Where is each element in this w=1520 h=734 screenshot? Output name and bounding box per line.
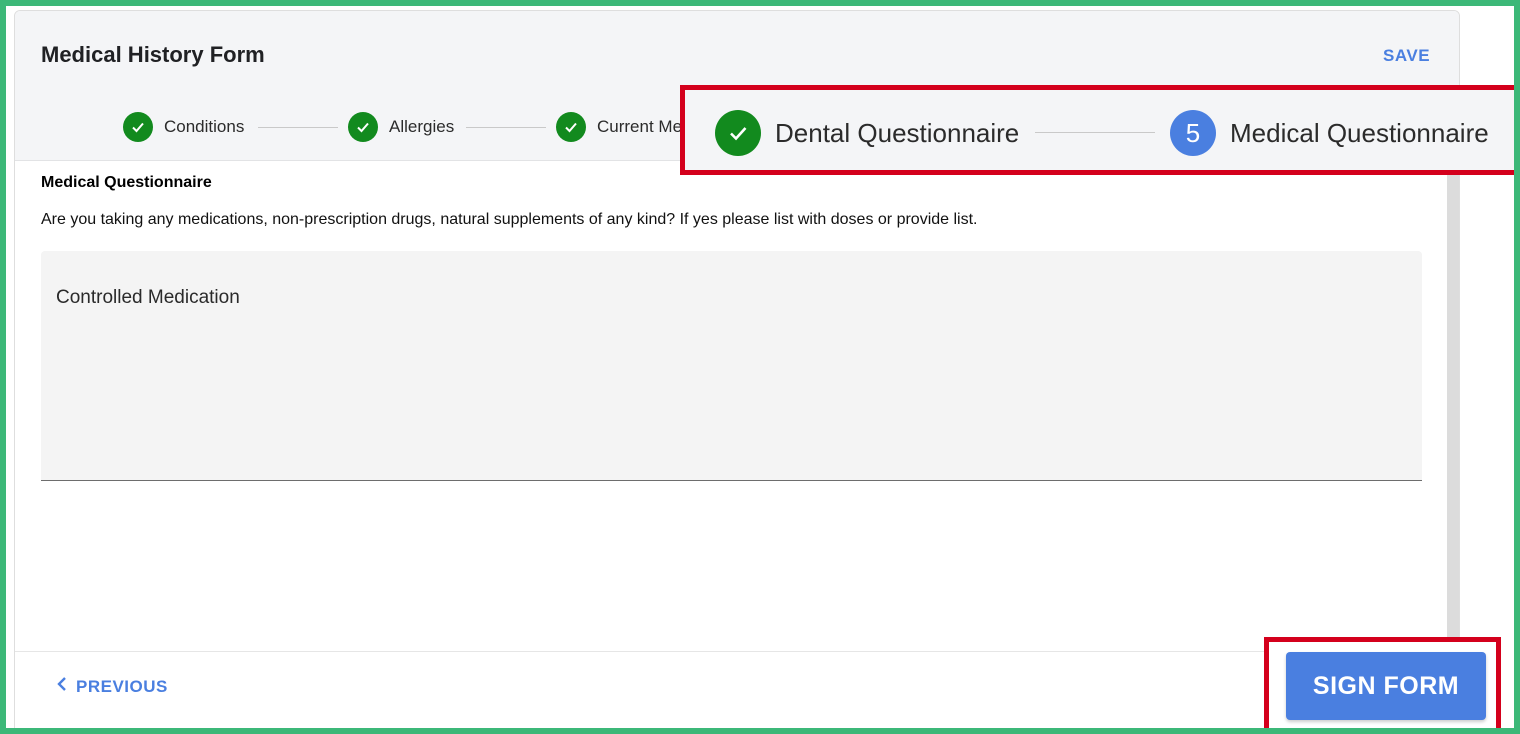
step-number-badge: 5 bbox=[1170, 110, 1216, 156]
step-connector bbox=[258, 127, 338, 128]
step-current-medications[interactable]: Current Me bbox=[556, 111, 682, 143]
chevron-left-icon bbox=[56, 676, 68, 697]
sign-form-button[interactable]: SIGN FORM bbox=[1286, 652, 1486, 720]
question-text: Are you taking any medications, non-pres… bbox=[41, 211, 978, 228]
check-icon bbox=[715, 110, 761, 156]
check-icon bbox=[123, 112, 153, 142]
previous-label: PREVIOUS bbox=[76, 676, 168, 696]
vertical-scrollbar[interactable] bbox=[1447, 160, 1459, 650]
step-label: Current Me bbox=[597, 117, 683, 136]
check-icon bbox=[348, 112, 378, 142]
app-window: Medical History Form SAVE Conditions All… bbox=[0, 0, 1520, 734]
step-conditions[interactable]: Conditions bbox=[123, 111, 244, 143]
section-title: Medical Questionnaire bbox=[41, 174, 212, 191]
step-allergies[interactable]: Allergies bbox=[348, 111, 454, 143]
step-label: Medical Questionnaire bbox=[1230, 117, 1489, 148]
sign-form-highlight: SIGN FORM bbox=[1264, 637, 1501, 728]
previous-button[interactable]: PREVIOUS bbox=[56, 676, 168, 697]
stepper-highlight: Dental Questionnaire 5 Medical Questionn… bbox=[680, 85, 1514, 175]
page-title: Medical History Form bbox=[41, 42, 265, 67]
footer-divider bbox=[15, 651, 1459, 652]
step-connector bbox=[1035, 132, 1155, 133]
step-medical-questionnaire[interactable]: 5 Medical Questionnaire bbox=[1170, 110, 1489, 156]
step-label: Allergies bbox=[389, 117, 455, 136]
step-label: Conditions bbox=[164, 117, 245, 136]
step-connector bbox=[466, 127, 546, 128]
step-label: Dental Questionnaire bbox=[775, 117, 1020, 148]
save-button[interactable]: SAVE bbox=[1383, 46, 1430, 66]
step-dental-questionnaire[interactable]: Dental Questionnaire bbox=[715, 110, 1019, 156]
medications-answer-field[interactable]: Controlled Medication bbox=[41, 251, 1422, 481]
check-icon bbox=[556, 112, 586, 142]
